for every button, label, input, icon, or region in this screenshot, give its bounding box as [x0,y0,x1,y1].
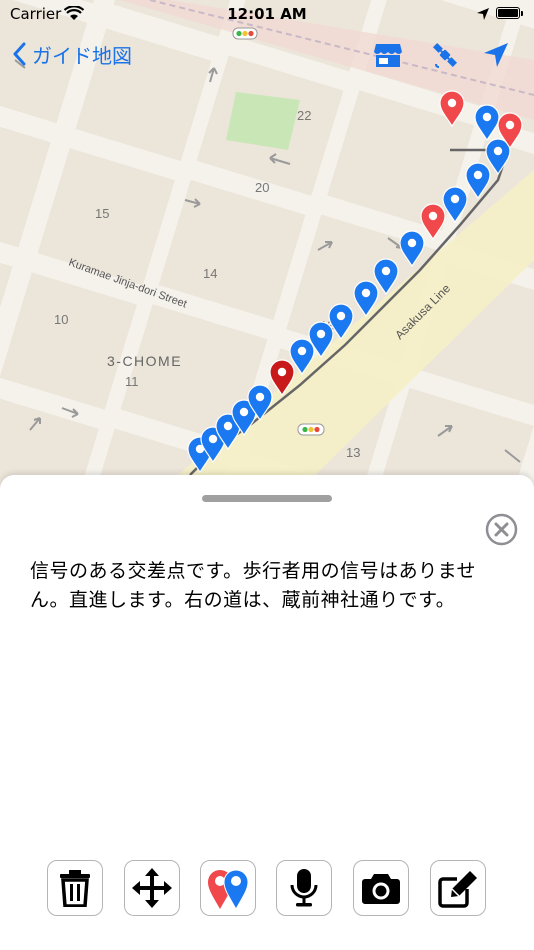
edit-button[interactable] [430,860,486,916]
back-button[interactable]: ガイド地図 [12,38,132,70]
block-label: 22 [297,108,311,123]
chevron-left-icon [13,42,26,66]
traffic-light-icon [297,423,325,436]
move-icon [132,868,172,908]
battery-tip [521,11,523,16]
block-label: 15 [95,206,109,221]
detail-sheet: 信号のある交差点です。歩行者用の信号はありません。直進します。右の道は、蔵前神社… [0,475,534,950]
block-label: 20 [255,180,269,195]
block-label: 14 [203,266,217,281]
block-label: 13 [346,445,360,460]
toolbar [0,860,534,920]
microphone-icon [290,869,318,907]
district-label: 3-CHOME [107,353,182,369]
back-label: ガイド地図 [32,43,132,68]
edit-icon [438,871,477,908]
pins-button[interactable] [200,860,256,916]
move-button[interactable] [124,860,180,916]
park-area [226,92,300,150]
sheet-grabber[interactable] [202,495,332,502]
nav-bar: ガイド地図 [0,32,534,76]
camera-icon [362,874,400,904]
delete-button[interactable] [47,860,103,916]
store-icon[interactable] [373,40,403,70]
location-description: 信号のある交差点です。歩行者用の信号はありません。直進します。右の道は、蔵前神社… [30,560,477,611]
satellite-icon[interactable] [430,40,460,70]
battery-icon [496,7,520,19]
block-label: 10 [54,312,68,327]
record-button[interactable] [276,860,332,916]
trash-icon [60,870,90,907]
close-icon[interactable] [485,513,518,546]
location-arrow-icon[interactable] [481,40,511,70]
location-services-icon [477,8,489,20]
block-label: 11 [125,374,139,389]
pins-icon [208,869,249,911]
clock: 12:01 AM [227,5,307,23]
camera-button[interactable] [353,860,409,916]
status-bar: Carrier 12:01 AM [0,0,534,30]
